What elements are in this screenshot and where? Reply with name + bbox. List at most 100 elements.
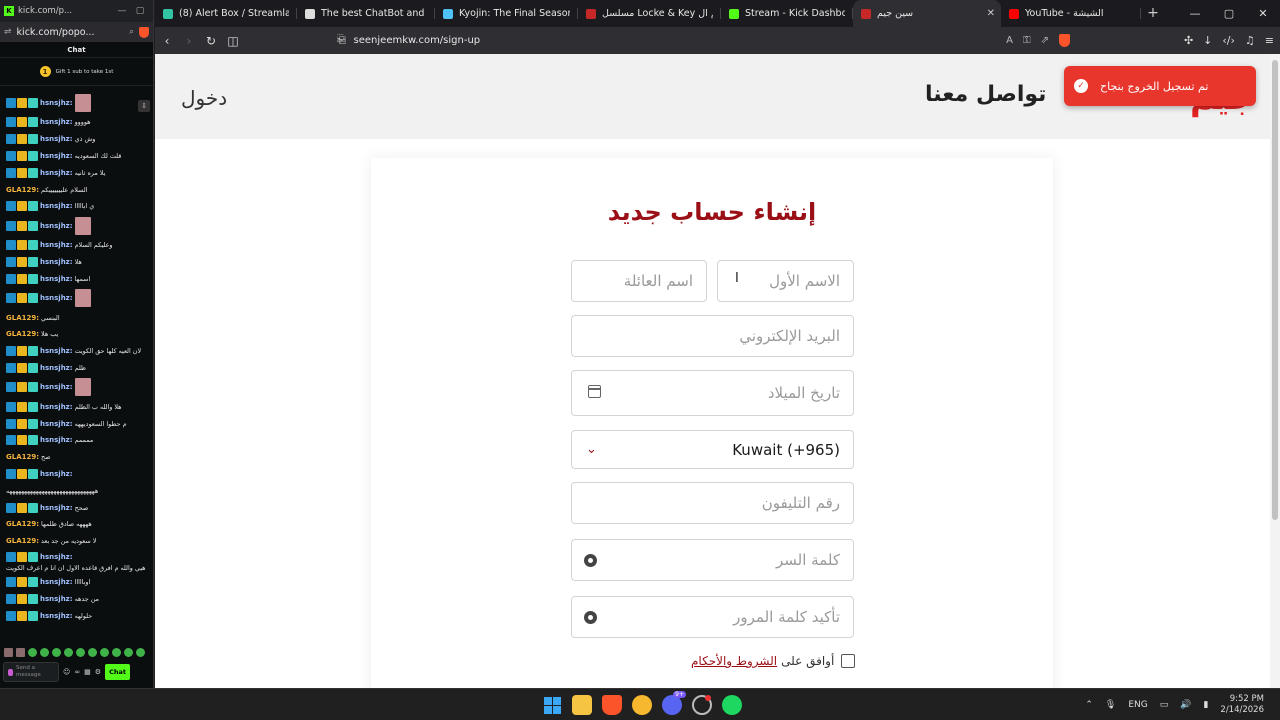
calendar-icon[interactable] [588,385,601,398]
chat-username[interactable]: hsnsjhz: [40,364,73,372]
chat-message[interactable]: ههههههههههههههههههههههههههههههه [0,482,152,499]
emote-icon[interactable] [40,647,49,657]
emote-icon[interactable] [100,647,109,657]
brave-browser-icon[interactable] [602,695,622,715]
chat-message[interactable]: hsnsjhz: اسمها [0,270,152,287]
chat-message[interactable]: hsnsjhz: [0,287,152,309]
close-icon[interactable]: ✕ [1246,0,1280,27]
login-link[interactable]: دخول [181,86,227,110]
chat-username[interactable]: hsnsjhz: [40,135,73,143]
downloads-icon[interactable]: ↓ [1203,34,1212,47]
phone-field[interactable]: رقم التليفون [571,482,854,524]
chat-message[interactable]: hsnsjhz: لان العيه كلها حق الكويت [0,343,152,360]
chat-message[interactable]: hsnsjhz: هلا والله ب الظلم [0,398,152,415]
address-bar[interactable]: ⇌ seenjeemkw.com/sign-up A ⚿ ⇗ [330,30,1070,51]
emote-icon[interactable] [76,647,85,657]
chat-username[interactable]: hsnsjhz: [40,403,73,411]
emoji-picker-icon[interactable]: ☺ [63,668,70,676]
page-scrollbar[interactable] [1270,54,1280,688]
sidebar-toggle-icon[interactable]: ◫ [223,34,243,48]
obs-icon[interactable] [692,695,712,715]
browser-tab[interactable]: مسلسل Locke & Key الموسم ال [578,0,721,27]
chat-username[interactable]: hsnsjhz: [40,553,73,561]
chat-message[interactable]: hsnsjhz: يلا مره ثانيه [0,164,152,181]
eye-icon[interactable] [584,554,597,567]
chat-message[interactable]: hsnsjhz: [0,215,152,237]
address-bar-url[interactable]: seenjeemkw.com/sign-up [354,35,997,46]
logout-toast[interactable]: ✓ تم تسجيل الخروج بنجاح [1064,66,1256,106]
chat-message[interactable]: hsnsjhz: وش ذي [0,131,152,148]
chat-username[interactable]: hsnsjhz: [40,383,73,391]
devtools-icon[interactable]: ‹/› [1222,34,1235,47]
back-icon[interactable]: ‹ [157,34,177,48]
chat-message[interactable]: GLA129: ههههه صادق ظلمها [0,516,152,533]
chat-username[interactable]: hsnsjhz: [40,99,73,107]
browser-tab[interactable]: سين جيم ✕ [853,0,1001,27]
network-icon[interactable]: ▭ [1160,700,1169,710]
emote-icon[interactable] [124,647,133,657]
infinity-icon[interactable]: ∞ [74,668,80,676]
emote-icon[interactable] [16,647,25,657]
chat-message[interactable]: hsnsjhz: [0,466,152,483]
gift-icon[interactable]: ▦ [84,668,91,676]
zoom-icon[interactable]: ⌕ [129,27,134,37]
chat-username[interactable]: hsnsjhz: [40,241,73,249]
chat-message[interactable]: GLA129: البنسي [0,309,152,326]
country-code-select[interactable]: ⌄ Kuwait (+965) [571,430,854,469]
tune-icon[interactable]: ⇌ [4,27,12,37]
chat-username[interactable]: hsnsjhz: [40,152,73,160]
chat-username[interactable]: GLA129: [6,453,39,461]
emote-icon[interactable] [4,647,13,657]
password-field[interactable]: كلمة السر [571,539,854,581]
chat-username[interactable]: hsnsjhz: [40,169,73,177]
chat-username[interactable]: hsnsjhz: [40,595,73,603]
chat-message[interactable]: hsnsjhz: هلا [0,254,152,271]
browser-tab[interactable]: The best ChatBot and Widget [297,0,435,27]
clock[interactable]: 9:52 PM 2/14/2026 [1220,694,1264,716]
chat-message[interactable]: hsnsjhz: [0,376,152,398]
send-message-input[interactable]: Send a message [3,662,59,682]
browser-tab[interactable]: (8) Alert Box / Streamlabs [155,0,297,27]
language-indicator[interactable]: ENG [1128,700,1147,710]
browser-tab[interactable]: Kyojin: The Final Season انمي [435,0,578,27]
chat-message[interactable]: GLA129: السلام عليييييييكم [0,181,152,198]
brave-shield-icon[interactable] [1059,34,1070,47]
chat-username[interactable]: hsnsjhz: [40,470,73,478]
chat-username[interactable]: GLA129: [6,330,39,338]
site-info-icon[interactable]: ⇌ [338,36,346,46]
chat-message[interactable]: hsnsjhz: ظلم [0,360,152,377]
chat-username[interactable]: hsnsjhz: [40,275,73,283]
chat-url[interactable]: kick.com/popo... [17,27,124,38]
contact-link[interactable]: تواصل معنا [925,82,1046,107]
minimize-icon[interactable]: — [113,6,131,16]
share-icon[interactable]: ⇗ [1041,35,1049,46]
chat-message[interactable]: hsnsjhz: صحح [0,499,152,516]
chat-message[interactable]: GLA129: لا سعوديه من جد بعد [0,533,152,550]
emote-icon[interactable] [88,647,97,657]
chat-message[interactable]: hsnsjhz: ممممم [0,432,152,449]
chat-message-list[interactable]: hsnsjhz: hsnsjhz: هوووو hsnsjhz: وش ذي hsnsjh… [0,92,152,644]
maximize-icon[interactable]: ▢ [1212,0,1246,27]
scrollbar-thumb[interactable] [1272,60,1278,520]
chat-message[interactable]: hsnsjhz: ي ابااااا [0,198,152,215]
emote-icon[interactable] [136,647,145,657]
terms-link[interactable]: الشروط والأحكام [691,654,777,668]
extensions-icon[interactable]: ✣ [1184,34,1193,47]
chat-username[interactable]: hsnsjhz: [40,222,73,230]
chat-message[interactable]: hsnsjhz: وعليكم السلام [0,237,152,254]
chat-username[interactable]: hsnsjhz: [40,504,73,512]
chat-username[interactable]: hsnsjhz: [40,578,73,586]
birthdate-field[interactable]: تاريخ الميلاد [571,370,854,416]
emote-icon[interactable] [64,647,73,657]
chat-username[interactable]: GLA129: [6,537,39,545]
discord-icon[interactable]: 9+ [662,691,686,715]
translate-icon[interactable]: A [1006,35,1013,46]
emote-icon[interactable] [28,647,37,657]
last-name-field[interactable]: اسم العائلة [571,260,707,302]
file-explorer-icon[interactable] [572,695,592,715]
chat-message[interactable]: hsnsjhz: [0,92,152,114]
chat-message[interactable]: hsnsjhz: اوبااااا [0,574,152,591]
chat-message[interactable]: hsnsjhz: م حطوا السعوديههه [0,415,152,432]
microphone-icon[interactable]: 🎙 [1105,700,1116,710]
chat-username[interactable]: hsnsjhz: [40,258,73,266]
